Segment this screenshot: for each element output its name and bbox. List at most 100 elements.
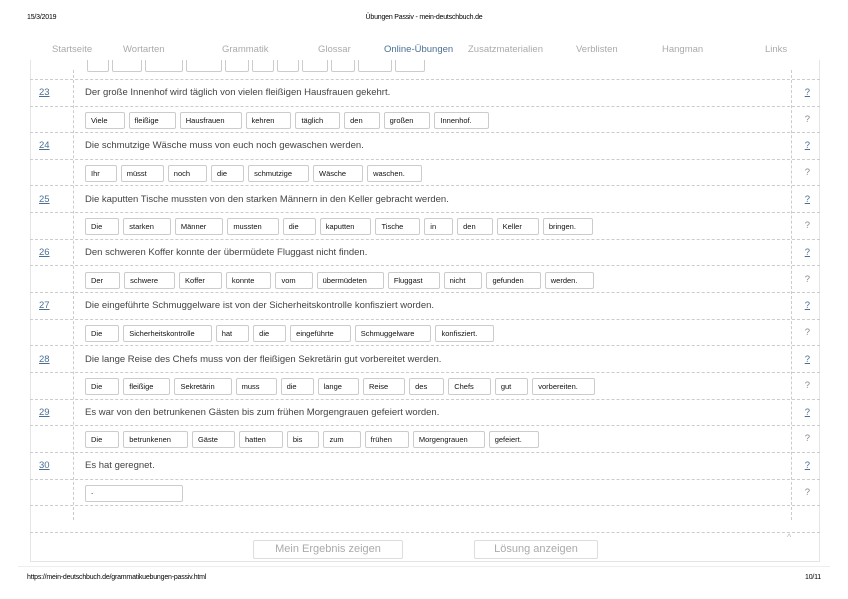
word-tile[interactable]: kehren: [245, 111, 292, 129]
word-tile[interactable]: fleißige: [123, 378, 171, 396]
word-tile[interactable]: Gäste: [191, 431, 235, 449]
show-solution-button[interactable]: Lösung anzeigen: [474, 540, 598, 559]
word-tile[interactable]: kaputten: [319, 218, 372, 236]
word-tile[interactable]: Hausfrauen: [179, 111, 242, 129]
exercise-number-link[interactable]: 28: [39, 354, 50, 365]
word-tile[interactable]: starken: [123, 218, 171, 236]
word-tile[interactable]: vom: [275, 271, 313, 289]
word-tile[interactable]: den: [457, 218, 493, 236]
word-tiles: Der schwere Koffer konnte vom übermüdeten Flug…: [85, 271, 598, 289]
help-link[interactable]: ?: [805, 247, 810, 258]
word-tile[interactable]: muss: [235, 378, 277, 396]
word-tile[interactable]: Die: [85, 218, 120, 236]
word-tile[interactable]: die: [253, 324, 287, 342]
hint-icon[interactable]: ?: [805, 274, 810, 285]
word-tile[interactable]: schmutzige: [248, 164, 309, 182]
exercise-number-link[interactable]: 30: [39, 460, 50, 471]
word-tile[interactable]: Der: [85, 271, 121, 289]
help-link[interactable]: ?: [805, 87, 810, 98]
word-tile[interactable]: Chefs: [448, 378, 491, 396]
word-tile[interactable]: übermüdeten: [316, 271, 384, 289]
word-tile[interactable]: konfisziert.: [435, 324, 495, 342]
help-link[interactable]: ?: [805, 354, 810, 365]
word-tile[interactable]: noch: [167, 164, 208, 182]
exercise-sentence: Es hat geregnet.: [85, 460, 155, 472]
word-tile[interactable]: betrunkenen: [123, 431, 188, 449]
word-tile[interactable]: zum: [323, 431, 361, 449]
help-link[interactable]: ?: [805, 300, 810, 311]
exercise-number-link[interactable]: 23: [39, 87, 50, 98]
word-tile[interactable]: täglich: [295, 111, 341, 129]
scroll-top-icon[interactable]: ^: [787, 532, 791, 542]
top-divider: [30, 53, 820, 80]
help-link[interactable]: ?: [805, 407, 810, 418]
word-tile[interactable]: die: [280, 378, 314, 396]
hint-icon[interactable]: ?: [805, 487, 810, 498]
exercise-number-link[interactable]: 29: [39, 407, 50, 418]
word-tile[interactable]: gefunden: [486, 271, 541, 289]
word-tile[interactable]: großen: [383, 111, 431, 129]
word-tile[interactable]: Schmuggelware: [354, 324, 432, 342]
word-tile[interactable]: lange: [317, 378, 359, 396]
exercise-sentence: Die schmutzige Wäsche muss von euch noch…: [85, 140, 364, 152]
exercise-sentence: Der große Innenhof wird täglich von viel…: [85, 87, 391, 98]
word-tile[interactable]: eingeführte: [290, 324, 351, 342]
word-tile[interactable]: bis: [286, 431, 320, 449]
word-tile[interactable]: Morgengrauen: [412, 431, 485, 449]
word-tile[interactable]: müsst: [120, 164, 164, 182]
word-tile[interactable]: Keller: [496, 218, 539, 236]
word-tile[interactable]: Fluggast: [387, 271, 440, 289]
word-tile[interactable]: Die: [85, 378, 120, 396]
word-tile[interactable]: nicht: [443, 271, 483, 289]
word-tile[interactable]: mussten: [227, 218, 279, 236]
word-tile[interactable]: die: [211, 164, 245, 182]
print-url: https://mein-deutschbuch.de/grammatikueb…: [27, 574, 207, 581]
word-tile[interactable]: fleißige: [128, 111, 176, 129]
hint-icon[interactable]: ?: [805, 380, 810, 391]
word-tile[interactable]: Sekretärin: [174, 378, 232, 396]
word-tile[interactable]: Innenhof.: [434, 111, 489, 129]
word-tile[interactable]: Sicherheitskontrolle: [123, 324, 212, 342]
word-tile[interactable]: konnte: [225, 271, 272, 289]
word-tile[interactable]: Männer: [174, 218, 224, 236]
word-tile[interactable]: vorbereiten.: [532, 378, 595, 396]
word-tile[interactable]: Koffer: [179, 271, 222, 289]
show-result-button[interactable]: Mein Ergebnis zeigen: [253, 540, 403, 559]
help-link[interactable]: ?: [805, 460, 810, 471]
word-tile[interactable]: hat: [215, 324, 250, 342]
word-tile[interactable]: hatten: [238, 431, 283, 449]
word-tile[interactable]: Tische: [375, 218, 421, 236]
word-tile[interactable]: Viele: [85, 111, 125, 129]
hint-icon[interactable]: ?: [805, 114, 810, 125]
hint-icon[interactable]: ?: [805, 220, 810, 231]
hint-icon[interactable]: ?: [805, 167, 810, 178]
word-tile[interactable]: Die: [85, 324, 120, 342]
exercise-number-link[interactable]: 25: [39, 194, 50, 205]
exercise-sentence: Die eingeführte Schmuggelware ist von de…: [85, 300, 435, 312]
word-tile[interactable]: des: [409, 378, 445, 396]
exercise-number-link[interactable]: 24: [39, 140, 50, 151]
exercise-number-link[interactable]: 26: [39, 247, 50, 258]
exercise-number-link[interactable]: 27: [39, 300, 50, 311]
exercise-answer-row: .?: [30, 480, 820, 507]
answer-input[interactable]: .: [85, 484, 183, 502]
word-tile[interactable]: in: [424, 218, 454, 236]
help-link[interactable]: ?: [805, 140, 810, 151]
word-tile[interactable]: frühen: [364, 431, 409, 449]
word-tile[interactable]: schwere: [124, 271, 176, 289]
word-tile[interactable]: bringen.: [542, 218, 593, 236]
help-link[interactable]: ?: [805, 194, 810, 205]
word-tile[interactable]: Die: [85, 431, 120, 449]
word-tile[interactable]: waschen.: [367, 164, 422, 182]
word-tile[interactable]: die: [282, 218, 316, 236]
exercise-answer-row: Viele fleißige Hausfrauen kehren täglich den g…: [30, 107, 820, 134]
word-tile[interactable]: Reise: [362, 378, 406, 396]
hint-icon[interactable]: ?: [805, 433, 810, 444]
word-tile[interactable]: gut: [494, 378, 529, 396]
word-tile[interactable]: gefeiert.: [488, 431, 539, 449]
word-tile[interactable]: den: [344, 111, 380, 129]
word-tile[interactable]: werden.: [544, 271, 595, 289]
word-tile[interactable]: Ihr: [85, 164, 117, 182]
hint-icon[interactable]: ?: [805, 327, 810, 338]
word-tile[interactable]: Wäsche: [313, 164, 364, 182]
